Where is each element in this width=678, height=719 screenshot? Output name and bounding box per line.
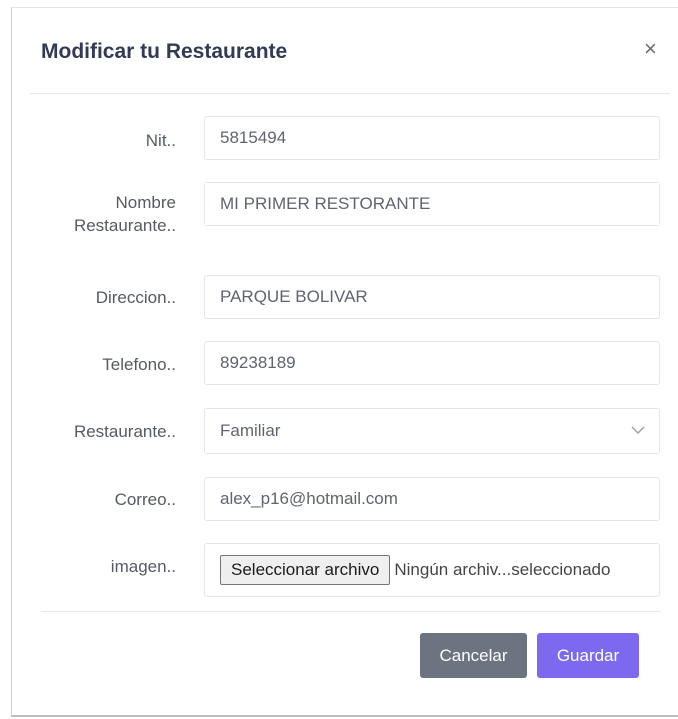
nombre-label: Nombre Restaurante.. bbox=[46, 191, 176, 237]
edit-restaurant-modal: Modificar tu Restaurante × Nit.. 5815494… bbox=[11, 7, 678, 717]
tipo-restaurante-label: Restaurante.. bbox=[73, 422, 176, 441]
nombre-label-line1: Nombre bbox=[115, 193, 176, 212]
close-icon[interactable]: × bbox=[644, 38, 657, 60]
telefono-input[interactable]: 89238189 bbox=[204, 341, 660, 385]
direccion-label: Direccion.. bbox=[95, 288, 176, 307]
header-divider bbox=[30, 93, 670, 94]
file-status-text: Ningún archiv...seleccionado bbox=[394, 560, 611, 579]
cancel-button[interactable]: Cancelar bbox=[420, 633, 527, 678]
nit-value: 5815494 bbox=[220, 128, 287, 147]
telefono-label: Telefono.. bbox=[102, 355, 176, 374]
save-button[interactable]: Guardar bbox=[537, 633, 639, 678]
modal-title: Modificar tu Restaurante bbox=[41, 40, 288, 63]
direccion-input[interactable]: PARQUE BOLIVAR bbox=[204, 275, 660, 319]
direccion-value: PARQUE BOLIVAR bbox=[220, 287, 368, 306]
telefono-value: 89238189 bbox=[220, 353, 296, 372]
nit-input[interactable]: 5815494 bbox=[204, 116, 660, 160]
nombre-value: MI PRIMER RESTORANTE bbox=[220, 194, 431, 213]
correo-input[interactable]: alex_p16@hotmail.com bbox=[204, 477, 660, 521]
nombre-input[interactable]: MI PRIMER RESTORANTE bbox=[204, 182, 660, 226]
correo-label: Correo.. bbox=[114, 490, 176, 509]
footer-divider bbox=[41, 611, 661, 612]
imagen-label: imagen.. bbox=[110, 557, 176, 576]
select-file-button[interactable]: Seleccionar archivo bbox=[220, 555, 391, 585]
tipo-restaurante-select[interactable]: Familiar bbox=[204, 408, 660, 454]
nit-label: Nit.. bbox=[145, 131, 176, 150]
nombre-label-line2: Restaurante.. bbox=[73, 216, 176, 235]
correo-value: alex_p16@hotmail.com bbox=[220, 489, 398, 508]
imagen-file-input: Seleccionar archivo Ningún archiv...sele… bbox=[204, 543, 660, 597]
tipo-restaurante-value: Familiar bbox=[220, 421, 281, 440]
chevron-down-icon bbox=[631, 426, 645, 434]
